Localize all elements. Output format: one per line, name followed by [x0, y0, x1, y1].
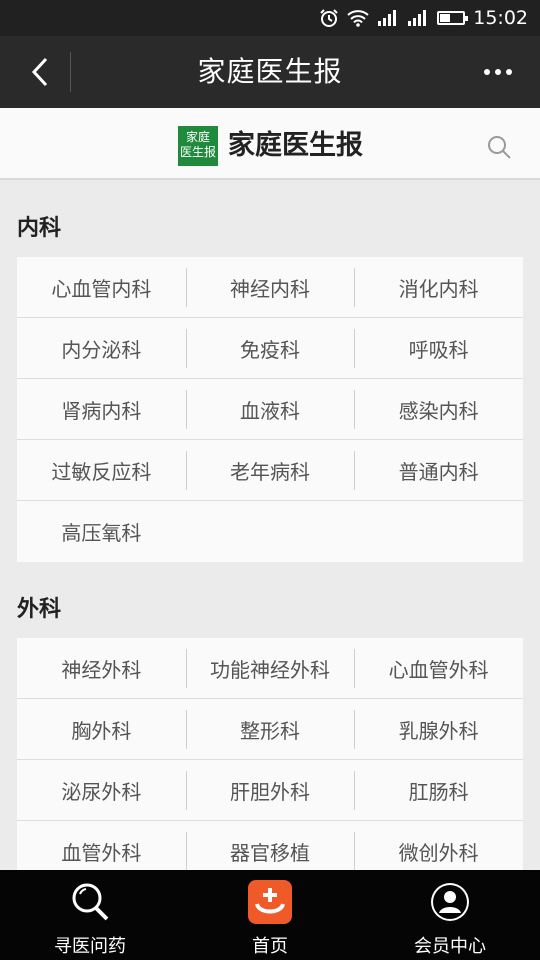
department-row: 胸外科 整形科 乳腺外科 — [17, 699, 523, 760]
department-item[interactable]: 血液科 — [185, 379, 355, 440]
department-item[interactable]: 过敏反应科 — [17, 440, 186, 501]
battery-icon — [437, 11, 469, 25]
tab-label: 首页 — [252, 936, 288, 957]
department-row: 血管外科 器官移植 微创外科 — [17, 821, 523, 870]
department-item[interactable]: 血管外科 — [17, 821, 186, 870]
page-title: 家庭医生报 — [197, 55, 343, 88]
department-item[interactable]: 泌尿外科 — [17, 760, 186, 821]
department-item[interactable]: 呼吸科 — [354, 318, 523, 379]
department-row: 泌尿外科 肝胆外科 肛肠科 — [17, 760, 523, 821]
tab-home[interactable]: 首页 — [180, 870, 360, 960]
department-item[interactable]: 老年病科 — [185, 440, 355, 501]
tab-label: 会员中心 — [414, 936, 486, 957]
alarm-icon — [319, 8, 339, 28]
department-item[interactable]: 神经内科 — [185, 257, 355, 318]
brand-logo: 家庭 医生报 — [178, 126, 218, 166]
department-item[interactable]: 器官移植 — [185, 821, 355, 870]
department-item[interactable]: 内分泌科 — [17, 318, 186, 379]
department-grid-surgery: 神经外科 功能神经外科 心血管外科 胸外科 整形科 乳腺外科 泌尿外科 肝胆外科 肛肠科 血管外科… — [17, 638, 523, 870]
search-icon — [72, 883, 109, 921]
section-title-internal: 内科 — [17, 216, 62, 241]
brand-bar: 家庭 医生报 家庭医生报 — [0, 108, 540, 180]
user-icon — [431, 883, 469, 921]
department-item[interactable]: 肛肠科 — [354, 760, 523, 821]
department-item[interactable]: 乳腺外科 — [354, 699, 523, 760]
department-item[interactable]: 肾病内科 — [17, 379, 186, 440]
department-row: 神经外科 功能神经外科 心血管外科 — [17, 638, 523, 699]
department-item[interactable]: 感染内科 — [354, 379, 523, 440]
department-item[interactable]: 功能神经外科 — [185, 638, 355, 699]
department-item[interactable]: 胸外科 — [17, 699, 186, 760]
department-row: 高压氧科 — [17, 501, 523, 562]
more-dot-icon — [506, 69, 512, 75]
department-list: 内科 心血管内科 神经内科 消化内科 内分泌科 免疫科 呼吸科 肾病内科 血液科 感染内科 过敏反… — [0, 182, 540, 870]
department-item[interactable]: 高压氧科 — [17, 501, 186, 562]
department-row: 过敏反应科 老年病科 普通内科 — [17, 440, 523, 501]
department-item[interactable]: 普通内科 — [354, 440, 523, 501]
department-row: 肾病内科 血液科 感染内科 — [17, 379, 523, 440]
more-button[interactable] — [478, 54, 518, 90]
empty-cell — [186, 501, 355, 562]
department-item[interactable]: 整形科 — [185, 699, 355, 760]
department-item[interactable]: 心血管内科 — [17, 257, 186, 318]
status-bar: 15:02 — [0, 0, 540, 36]
brand-name: 家庭医生报 — [228, 130, 363, 161]
nav-bar: 家庭医生报 — [0, 36, 540, 108]
tab-bar: 寻医问药 首页 会员中心 — [0, 870, 540, 960]
tab-label: 寻医问药 — [54, 936, 126, 957]
department-item[interactable]: 心血管外科 — [354, 638, 523, 699]
department-item[interactable]: 神经外科 — [17, 638, 186, 699]
more-dot-icon — [484, 69, 490, 75]
department-item[interactable]: 肝胆外科 — [185, 760, 355, 821]
status-time: 15:02 — [473, 7, 528, 29]
wifi-icon — [347, 9, 369, 27]
department-row: 内分泌科 免疫科 呼吸科 — [17, 318, 523, 379]
section-title-surgery: 外科 — [17, 597, 62, 622]
search-icon[interactable] — [486, 134, 512, 160]
department-item[interactable]: 消化内科 — [354, 257, 523, 318]
tab-member-center[interactable]: 会员中心 — [360, 870, 540, 960]
home-icon — [248, 880, 292, 924]
department-item[interactable]: 免疫科 — [185, 318, 355, 379]
tab-find-doctor[interactable]: 寻医问药 — [0, 870, 180, 960]
more-dot-icon — [495, 69, 501, 75]
status-icons: 15:02 — [319, 0, 528, 36]
department-item[interactable]: 微创外科 — [354, 821, 523, 870]
department-row: 心血管内科 神经内科 消化内科 — [17, 257, 523, 318]
signal-icon-2 — [407, 9, 429, 27]
empty-cell — [354, 501, 523, 562]
signal-icon — [377, 9, 399, 27]
department-grid-internal: 心血管内科 神经内科 消化内科 内分泌科 免疫科 呼吸科 肾病内科 血液科 感染内科 过敏反应科老… — [17, 257, 523, 562]
